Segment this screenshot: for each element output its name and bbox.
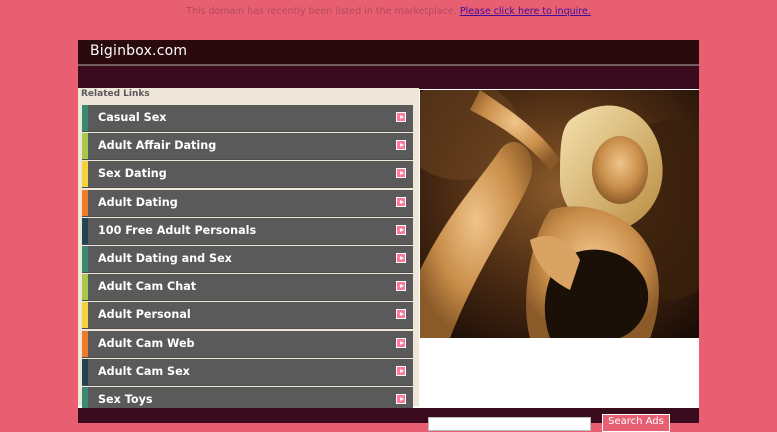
arrow-right-icon[interactable] xyxy=(396,337,406,348)
arrow-right-icon[interactable] xyxy=(396,393,406,404)
notice-text: This domain has recently been listed in … xyxy=(186,6,457,17)
related-link[interactable]: Adult Dating xyxy=(82,189,413,217)
related-link[interactable]: Casual Sex xyxy=(82,105,413,132)
arrow-right-icon[interactable] xyxy=(396,168,406,179)
photo-caption-area xyxy=(420,338,699,406)
related-link-label: Adult Affair Dating xyxy=(98,139,217,153)
hero-photo xyxy=(420,90,699,338)
related-links-title: Related Links xyxy=(81,89,150,99)
color-bar xyxy=(82,133,88,160)
color-bar xyxy=(82,189,88,216)
color-bar xyxy=(82,217,88,244)
marketplace-notice: This domain has recently been listed in … xyxy=(0,6,777,17)
related-link-label: Sex Dating xyxy=(98,167,167,181)
arrow-right-icon[interactable] xyxy=(396,112,406,122)
arrow-right-icon[interactable] xyxy=(396,224,406,235)
color-bar xyxy=(82,161,88,188)
arrow-right-icon[interactable] xyxy=(396,281,406,292)
color-bar xyxy=(82,245,88,272)
related-link[interactable]: Adult Cam Web xyxy=(82,330,413,358)
arrow-right-icon[interactable] xyxy=(396,252,406,263)
color-bar xyxy=(82,358,88,385)
related-link[interactable]: Adult Cam Chat xyxy=(82,274,413,302)
color-bar xyxy=(82,330,88,357)
site-title: Biginbox.com xyxy=(90,43,188,59)
related-link-label: Adult Cam Sex xyxy=(98,364,190,378)
search-ads-button[interactable]: Search Ads xyxy=(602,414,670,432)
arrow-right-icon[interactable] xyxy=(396,365,406,376)
related-link[interactable]: 100 Free Adult Personals xyxy=(82,217,413,245)
related-links-list: Casual Sex Adult Affair Dating Sex Datin… xyxy=(82,105,413,415)
header-bar: Biginbox.com xyxy=(78,40,699,65)
page-frame: Biginbox.com Related Links Casual Sex Ad… xyxy=(78,40,699,432)
related-link[interactable]: Adult Personal xyxy=(82,302,413,330)
arrow-right-icon[interactable] xyxy=(396,196,406,207)
color-bar xyxy=(82,274,88,301)
related-link-label: Adult Dating and Sex xyxy=(98,251,232,265)
search-input[interactable] xyxy=(428,417,591,431)
related-link-label: Casual Sex xyxy=(98,111,167,124)
related-link-label: Adult Personal xyxy=(98,308,191,322)
arrow-right-icon[interactable] xyxy=(396,140,406,151)
color-bar xyxy=(82,105,88,131)
related-link-label: 100 Free Adult Personals xyxy=(98,223,257,237)
related-link[interactable]: Adult Affair Dating xyxy=(82,133,413,161)
related-link[interactable]: Sex Dating xyxy=(82,161,413,189)
related-link-label: Adult Dating xyxy=(98,195,178,209)
hero-photo-illustration xyxy=(420,90,699,338)
related-link-label: Adult Cam Chat xyxy=(98,280,197,294)
related-link[interactable]: Adult Dating and Sex xyxy=(82,245,413,273)
sub-header-bar xyxy=(78,65,699,89)
related-link-label: Sex Toys xyxy=(98,392,153,406)
related-link-label: Adult Cam Web xyxy=(98,336,195,350)
color-bar xyxy=(82,302,88,329)
inquire-link[interactable]: Please click here to inquire. xyxy=(460,6,591,17)
related-links-panel: Related Links Casual Sex Adult Affair Da… xyxy=(78,88,419,414)
related-link[interactable]: Adult Cam Sex xyxy=(82,358,413,386)
arrow-right-icon[interactable] xyxy=(396,309,406,320)
